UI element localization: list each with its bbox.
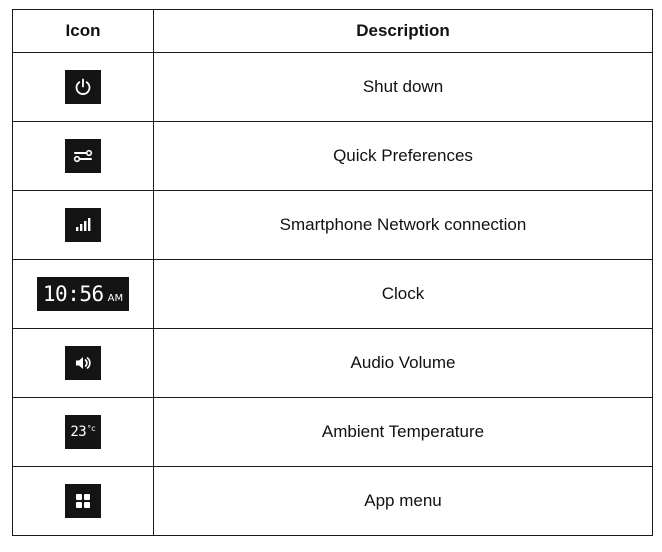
power-icon	[65, 70, 101, 104]
icon-description-table: Icon Description Shut down Quick Prefere…	[12, 9, 653, 536]
table-row: 10:56 AM Clock	[12, 259, 653, 329]
icon-column-header: Icon	[12, 9, 154, 53]
description-cell: Shut down	[153, 52, 653, 122]
speaker-icon	[65, 346, 101, 380]
table-row: 23 °c Ambient Temperature	[12, 397, 653, 467]
description-column-header: Description	[153, 9, 653, 53]
icon-cell	[12, 121, 154, 191]
description-cell: App menu	[153, 466, 653, 536]
clock-ampm: AM	[107, 293, 124, 304]
icon-cell	[12, 466, 154, 536]
description-cell: Audio Volume	[153, 328, 653, 398]
table-row: App menu	[12, 466, 653, 536]
temperature-value: 23	[70, 424, 87, 440]
table-row: Quick Preferences	[12, 121, 653, 191]
table-row: Shut down	[12, 52, 653, 122]
icon-cell: 23 °c	[12, 397, 154, 467]
table-row: Smartphone Network connection	[12, 190, 653, 260]
icon-cell	[12, 52, 154, 122]
icon-cell: 10:56 AM	[12, 259, 154, 329]
icon-cell	[12, 190, 154, 260]
clock-time: 10:56	[42, 282, 104, 306]
table-header-row: Icon Description	[12, 9, 653, 53]
toggles-icon	[65, 139, 101, 173]
signal-bars-icon	[65, 208, 101, 242]
clock-display: 10:56 AM	[36, 277, 130, 311]
icon-cell	[12, 328, 154, 398]
description-cell: Clock	[153, 259, 653, 329]
temperature-unit: °c	[87, 423, 96, 433]
temperature-display: 23 °c	[65, 415, 101, 449]
grid-icon	[65, 484, 101, 518]
description-cell: Ambient Temperature	[153, 397, 653, 467]
table-row: Audio Volume	[12, 328, 653, 398]
description-cell: Quick Preferences	[153, 121, 653, 191]
description-cell: Smartphone Network connection	[153, 190, 653, 260]
